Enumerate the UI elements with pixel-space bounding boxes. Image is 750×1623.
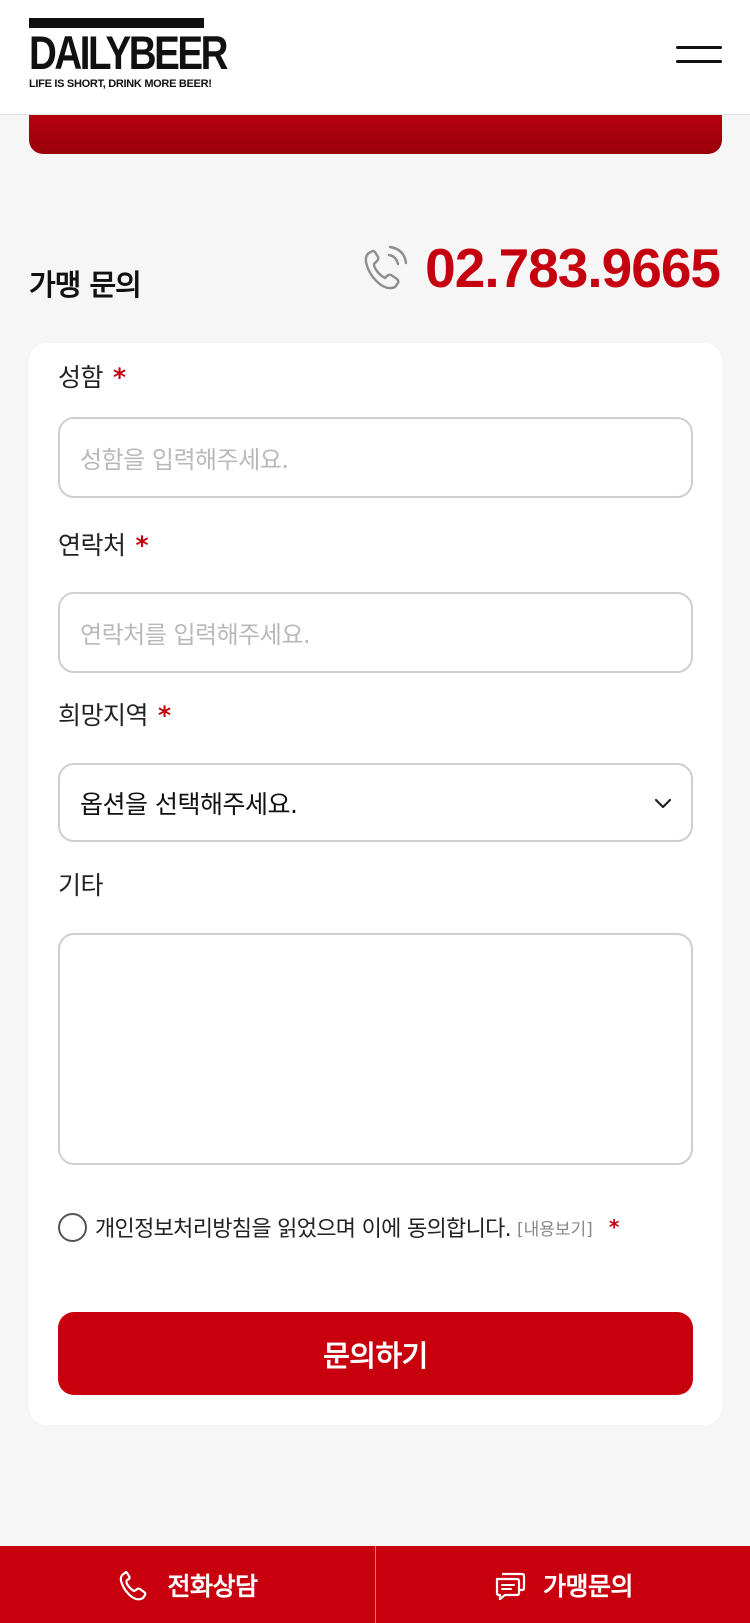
name-label: 성함 * (58, 358, 126, 394)
region-label-text: 희망지역 (58, 701, 149, 730)
phone-consult-label: 전화상담 (167, 1571, 258, 1601)
privacy-agree-radio[interactable] (58, 1212, 87, 1242)
contact-input-placeholder: 연락처를 입력해주세요. (80, 621, 311, 649)
submit-button-label: 문의하기 (323, 1338, 428, 1373)
contact-label-text: 연락처 (58, 531, 126, 560)
header: DAILYBEER LIFE IS SHORT, DRINK MORE BEER… (0, 0, 750, 115)
privacy-agree-row: 개인정보처리방침을 읽었으며 이에 동의합니다. [내용보기] * (58, 1211, 619, 1243)
franchise-inquiry-label: 가맹문의 (542, 1571, 634, 1601)
chat-icon (495, 1572, 526, 1600)
submit-button[interactable]: 문의하기 (58, 1312, 693, 1395)
phone-ringing-icon (364, 245, 408, 290)
privacy-agree-text: 개인정보처리방침을 읽었으며 이에 동의합니다. (95, 1217, 512, 1242)
contact-input[interactable]: 연락처를 입력해주세요. (58, 592, 693, 673)
name-label-text: 성함 (58, 363, 104, 392)
phone-contact[interactable]: 02.783.9665 (359, 238, 721, 298)
bottom-action-bar: 전화상담 가맹문의 (0, 1546, 750, 1623)
etc-label: 기타 (58, 871, 104, 900)
chevron-down-icon (654, 798, 672, 809)
region-select-value: 옵션을 선택해주세요. (80, 789, 298, 819)
privacy-view-link[interactable]: [내용보기] (517, 1215, 593, 1240)
name-input[interactable]: 성함을 입력해주세요. (58, 417, 693, 498)
phone-number[interactable]: 02.783.9665 (425, 238, 721, 298)
required-mark: * (608, 1215, 620, 1239)
hamburger-icon-line (676, 60, 722, 63)
franchise-inquiry-button[interactable]: 가맹문의 (375, 1546, 750, 1623)
etc-textarea[interactable] (58, 933, 693, 1165)
contact-label: 연락처 * (58, 526, 149, 562)
required-mark: * (135, 531, 149, 560)
logo[interactable]: DAILYBEER LIFE IS SHORT, DRINK MORE BEER… (29, 18, 228, 90)
logo-text: DAILYBEER (29, 26, 228, 79)
region-select[interactable]: 옵션을 선택해주세요. (58, 763, 693, 842)
hamburger-icon-line (676, 46, 722, 49)
logo-tagline: LIFE IS SHORT, DRINK MORE BEER! (29, 78, 212, 90)
name-input-placeholder: 성함을 입력해주세요. (80, 446, 289, 474)
phone-icon (120, 1570, 147, 1600)
region-label: 희망지역 * (58, 696, 171, 732)
required-mark: * (158, 701, 171, 730)
hamburger-menu-button[interactable] (676, 46, 722, 68)
phone-consult-button[interactable]: 전화상담 (0, 1546, 375, 1623)
required-mark: * (113, 363, 126, 392)
inquiry-form-card: 성함 * 성함을 입력해주세요. 연락처 * 연락처를 입력해주세요. 희망지역 * … (29, 343, 722, 1425)
section-title: 가맹 문의 (29, 268, 142, 302)
